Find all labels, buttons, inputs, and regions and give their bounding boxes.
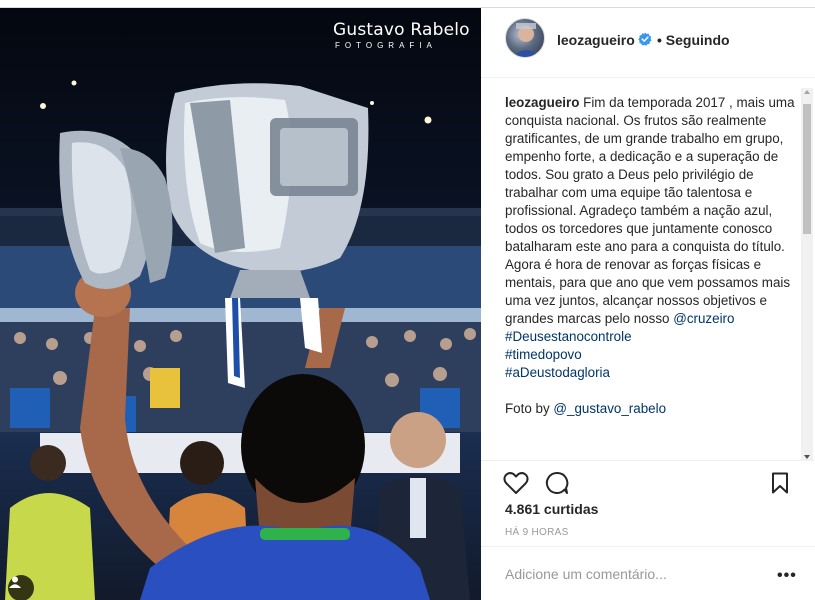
- photo-credit: Foto by @_gustavo_rabelo: [505, 400, 795, 418]
- follow-status-label: Seguindo: [665, 32, 730, 48]
- follow-status[interactable]: • Seguindo: [657, 32, 730, 48]
- verified-badge-icon: [638, 32, 652, 46]
- photographer-watermark: Gustavo Rabelo FOTOGRAFIA: [333, 20, 470, 50]
- top-border: [0, 0, 815, 8]
- scroll-down-icon[interactable]: [804, 455, 810, 459]
- user-tag-icon[interactable]: [8, 575, 34, 600]
- caption-text: Fim da temporada 2017 , mais uma conquis…: [505, 95, 795, 326]
- avatar[interactable]: [505, 18, 545, 58]
- hashtag-link[interactable]: #timedopovo: [505, 347, 582, 362]
- scrollbar-thumb[interactable]: [803, 104, 811, 234]
- comment-icon[interactable]: [544, 470, 570, 496]
- credit-prefix: Foto by: [505, 401, 550, 416]
- heart-icon[interactable]: [503, 470, 529, 496]
- header-username[interactable]: leozagueiro: [557, 32, 635, 48]
- watermark-subtitle: FOTOGRAFIA: [335, 41, 437, 50]
- post-side-panel: leozagueiro • Seguindo leozagueiro Fim d…: [481, 8, 815, 600]
- bookmark-icon[interactable]: [767, 470, 793, 496]
- more-options-icon[interactable]: •••: [777, 567, 797, 585]
- post-header: leozagueiro • Seguindo: [481, 8, 815, 78]
- caption-scrollbar[interactable]: [801, 88, 813, 461]
- caption: leozagueiro Fim da temporada 2017 , mais…: [505, 94, 795, 382]
- scroll-up-icon[interactable]: [804, 90, 810, 94]
- caption-area: leozagueiro Fim da temporada 2017 , mais…: [505, 94, 795, 458]
- action-bar: [481, 460, 815, 500]
- post-photo[interactable]: Gustavo Rabelo FOTOGRAFIA: [0, 8, 481, 600]
- follow-separator: •: [657, 32, 662, 48]
- comment-input[interactable]: [505, 566, 755, 582]
- caption-mention-link[interactable]: @cruzeiro: [673, 311, 734, 326]
- photo-illustration: [0, 80, 481, 600]
- like-count[interactable]: 4.861 curtidas: [505, 501, 598, 517]
- comment-bar: •••: [481, 546, 815, 600]
- watermark-name: Gustavo Rabelo: [333, 20, 470, 40]
- hashtag-link[interactable]: #aDeustodagloria: [505, 365, 610, 380]
- caption-username[interactable]: leozagueiro: [505, 95, 579, 110]
- post-timestamp[interactable]: HÁ 9 HORAS: [505, 527, 569, 538]
- credit-mention-link[interactable]: @_gustavo_rabelo: [553, 401, 666, 416]
- hashtag-link[interactable]: #Deusestanocontrole: [505, 329, 632, 344]
